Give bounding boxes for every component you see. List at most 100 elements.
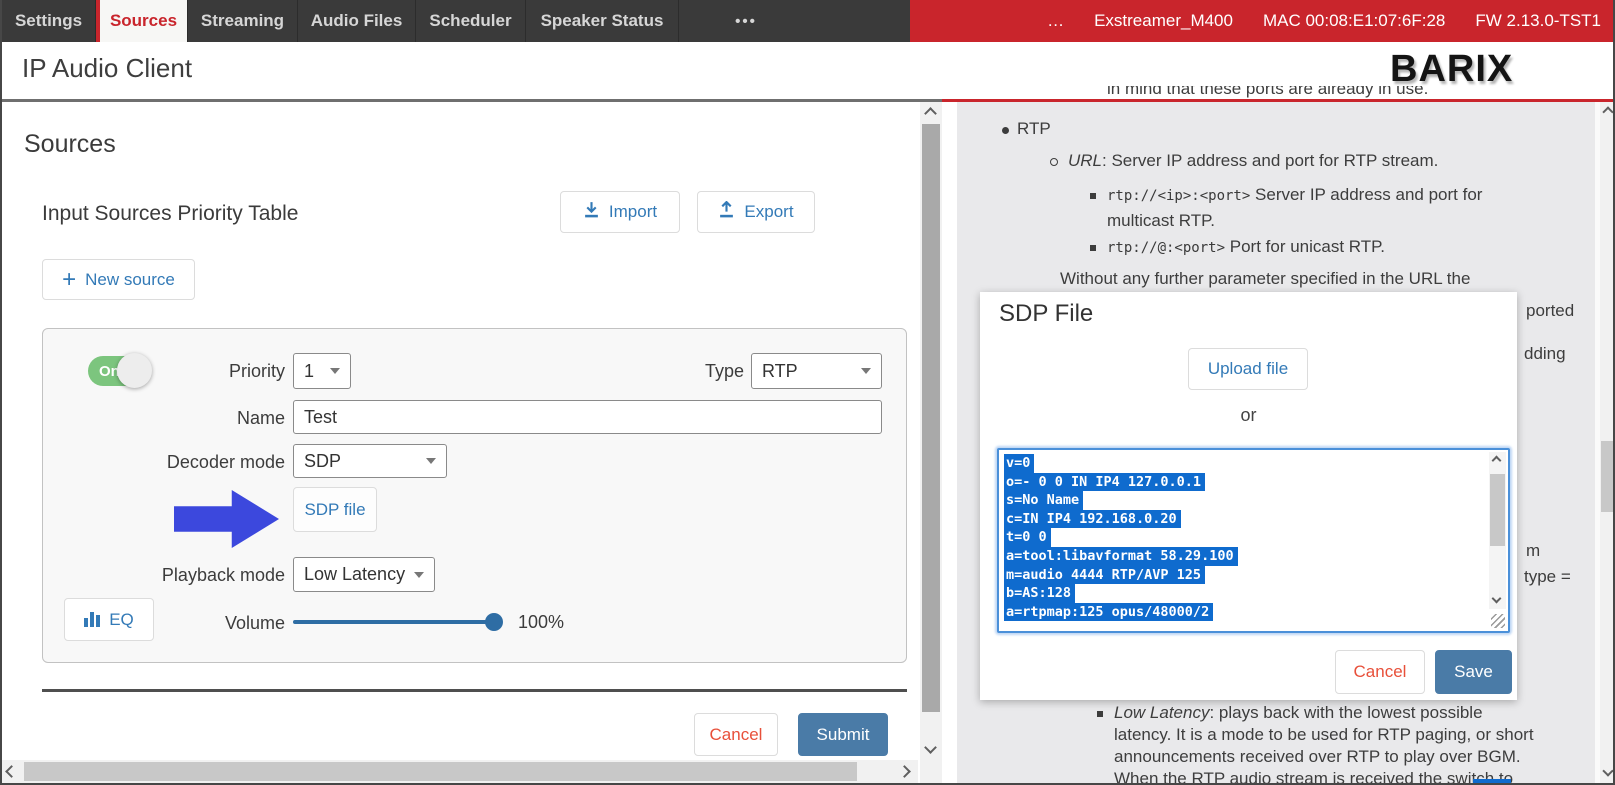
header-border-left [2,99,942,102]
resize-grip-icon[interactable] [1491,614,1505,628]
doc-fragment: ported [1526,301,1574,321]
scrollbar-thumb[interactable] [24,762,857,781]
tab-scheduler[interactable]: Scheduler [416,0,526,42]
volume-slider-track[interactable] [293,620,502,624]
doc-url-paragraph: Without any further parameter specified … [1060,269,1470,289]
modal-save-label: Save [1454,662,1493,682]
left-pane-vertical-scrollbar[interactable] [920,102,942,785]
source-enabled-toggle[interactable]: On [88,356,150,386]
doc-fragment: m [1526,541,1540,561]
sdp-file-button[interactable]: SDP file [293,487,377,532]
tab-label: Settings [15,11,82,31]
scroll-up-icon[interactable] [1493,457,1500,464]
chevron-down-icon [414,572,424,578]
tab-audio-files[interactable]: Audio Files [298,0,416,42]
scroll-up-icon[interactable] [1604,108,1612,116]
chevron-down-icon [426,458,436,464]
scrollbar-thumb[interactable] [1601,441,1615,512]
tab-more-menu[interactable]: ••• [679,0,813,42]
equalizer-icon [84,612,100,627]
form-divider [42,689,907,692]
priority-label: Priority [182,361,285,382]
sdp-file-label: SDP file [304,500,365,520]
eq-button[interactable]: EQ [64,598,154,641]
import-icon [583,201,600,223]
bullet-circle-icon [1050,158,1058,166]
doc-fragment: type = [1524,567,1571,587]
chevron-down-icon [330,368,340,374]
scroll-left-icon[interactable] [7,767,16,776]
scrollbar-thumb[interactable] [922,124,940,712]
type-value: RTP [762,361,798,382]
sdp-text-editor[interactable]: v=0 o=- 0 0 IN IP4 127.0.0.1 s=No Name c… [997,448,1510,633]
upload-file-button[interactable]: Upload file [1188,348,1308,390]
doc-rtp-bullet: RTP [1017,119,1051,139]
sdp-selected-text: v=0 o=- 0 0 IN IP4 127.0.0.1 s=No Name c… [1004,454,1484,628]
volume-label: Volume [182,613,285,634]
volume-value: 100% [518,612,564,633]
scroll-up-icon[interactable] [926,109,935,118]
modal-cancel-button[interactable]: Cancel [1335,650,1425,694]
playback-mode-label: Playback mode [142,565,285,586]
decoder-mode-select[interactable]: SDP [293,444,447,478]
doc-url-line: URL: Server IP address and port for RTP … [1068,151,1438,171]
ellipsis-icon: ••• [735,13,757,30]
window-vertical-scrollbar[interactable] [1600,102,1615,785]
device-ellipsis: … [1047,11,1064,31]
bullet-square-icon [1090,193,1096,199]
tab-streaming[interactable]: Streaming [188,0,298,42]
sdp-file-modal: SDP File Upload file or v=0 o=- 0 0 IN I… [980,292,1517,700]
scrollbar-thumb[interactable] [1490,474,1505,546]
doc-multicast-line1: rtp://<ip>:<port> Server IP address and … [1107,185,1482,205]
playback-mode-select[interactable]: Low Latency [293,557,435,592]
chevron-down-icon [861,368,871,374]
name-input[interactable] [293,400,882,434]
type-label: Type [664,361,744,382]
doc-lowlatency-line4: When the RTP audio stream is received th… [1114,769,1513,785]
scroll-down-icon[interactable] [1604,767,1612,775]
doc-clipped-line: in mind that these ports are already in … [1107,86,1428,99]
sources-heading: Sources [24,130,116,159]
left-pane-horizontal-scrollbar[interactable] [2,760,918,783]
decoder-mode-label: Decoder mode [152,452,285,473]
eq-label: EQ [109,610,134,630]
volume-slider-handle[interactable] [485,613,503,631]
priority-table-title: Input Sources Priority Table [42,202,298,226]
doc-lowlatency-line2: latency. It is a mode to be used for RTP… [1114,725,1534,745]
decoder-mode-value: SDP [304,451,341,472]
device-firmware: FW 2.13.0-TST1 [1475,11,1601,31]
editor-scrollbar[interactable] [1489,452,1506,609]
doc-lowlatency-line3: announcements received over RTP to play … [1114,747,1521,767]
export-button[interactable]: Export [697,191,815,233]
tab-label: Streaming [201,11,284,31]
priority-select[interactable]: 1 [293,353,351,389]
doc-lowlatency-line1: Low Latency: plays back with the lowest … [1114,703,1483,723]
scroll-down-icon[interactable] [1493,595,1500,602]
modal-save-button[interactable]: Save [1435,650,1512,694]
device-info-bar: … Exstreamer_M400 MAC 00:08:E1:07:6F:28 … [910,0,1615,42]
new-source-label: New source [85,270,175,290]
bullet-disc-icon [1002,127,1009,134]
export-label: Export [744,202,793,222]
tab-settings[interactable]: Settings [2,0,96,42]
cancel-label: Cancel [710,725,763,745]
device-mac: MAC 00:08:E1:07:6F:28 [1263,11,1445,31]
import-button[interactable]: Import [560,191,680,233]
scroll-right-icon[interactable] [900,767,909,776]
tab-label: Speaker Status [541,11,664,31]
export-icon [718,201,735,223]
doc-unicast-line: rtp://@:<port> Port for unicast RTP. [1107,237,1385,257]
type-select[interactable]: RTP [751,353,882,389]
plus-icon: + [62,270,76,290]
scroll-down-icon[interactable] [926,743,935,752]
tab-speaker-status[interactable]: Speaker Status [526,0,679,42]
submit-label: Submit [817,725,870,745]
cancel-button[interactable]: Cancel [694,713,778,756]
tab-sources[interactable]: Sources [96,0,188,42]
barix-logo: BARIX [1390,48,1513,91]
new-source-button[interactable]: + New source [42,259,195,300]
bullet-square-icon [1097,711,1103,717]
bullet-square-icon [1090,245,1096,251]
submit-button[interactable]: Submit [798,713,888,756]
priority-value: 1 [304,361,314,382]
